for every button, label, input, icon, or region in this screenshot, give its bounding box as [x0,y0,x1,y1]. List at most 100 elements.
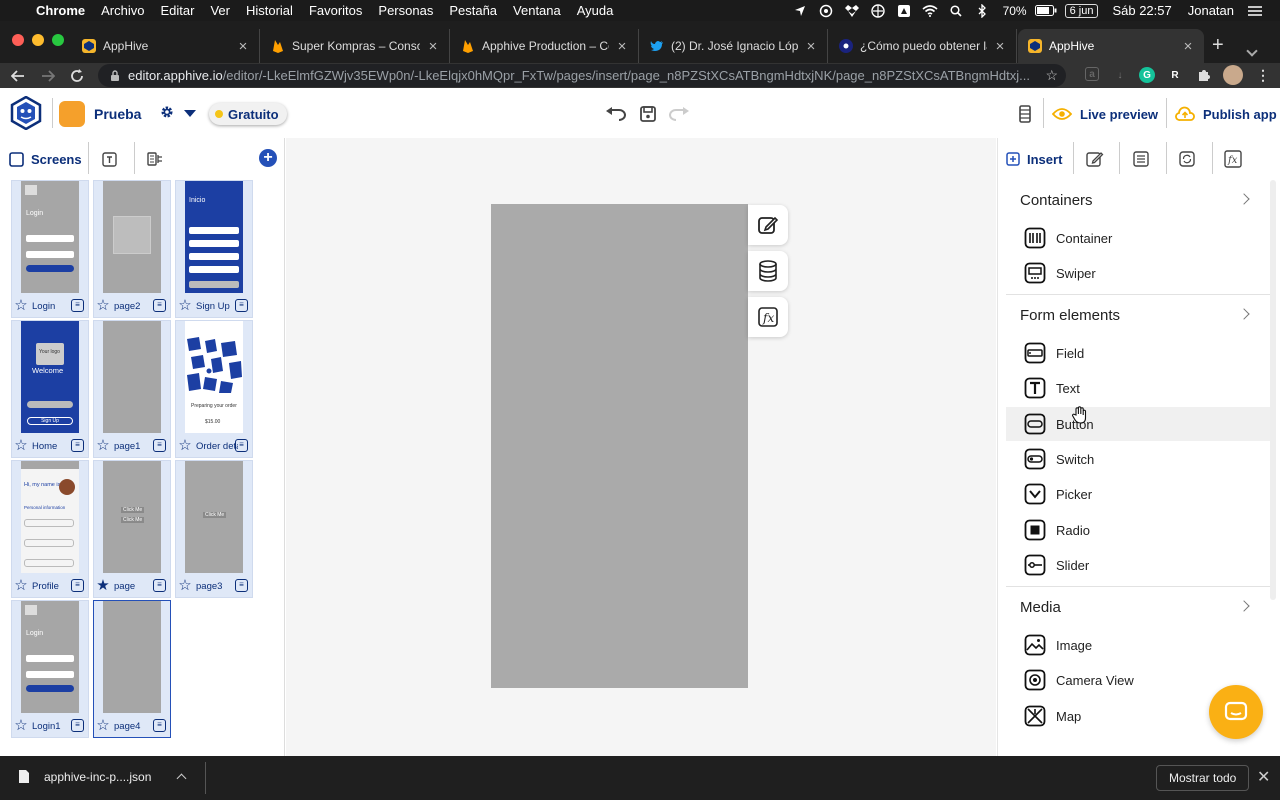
screen-menu-icon[interactable]: ≡ [71,719,84,732]
extensions-puzzle-icon[interactable] [1196,67,1212,83]
insert-container[interactable]: Container [1006,221,1270,255]
screen-menu-icon[interactable]: ≡ [235,439,248,452]
section-form-elements[interactable]: Form elements [1006,295,1270,335]
browser-tab[interactable]: (2) Dr. José Ignacio López × [640,29,828,63]
chevron-up-icon[interactable] [176,773,187,784]
live-preview-button[interactable]: Live preview [1052,102,1158,126]
save-button[interactable] [637,103,659,125]
favorite-star-icon[interactable]: ☆ [177,438,193,454]
insert-switch[interactable]: Switch [1006,442,1270,476]
menu-historial[interactable]: Historial [238,3,301,18]
screen-menu-icon[interactable]: ≡ [153,439,166,452]
vpn-icon[interactable] [867,0,889,21]
database-button[interactable] [748,251,788,291]
section-containers[interactable]: Containers [1006,180,1270,220]
screen-card[interactable]: Login ☆ Login ≡ [11,180,89,318]
screen-menu-icon[interactable]: ≡ [153,579,166,592]
screen-card-selected[interactable]: ☆ page4 ≡ [93,600,171,738]
screen-menu-icon[interactable]: ≡ [153,299,166,312]
undo-button[interactable] [605,103,627,125]
insert-image[interactable]: Image [1006,628,1270,662]
favorite-star-filled-icon[interactable]: ★ [95,578,111,594]
favorite-star-icon[interactable]: ☆ [13,578,29,594]
screen-card[interactable]: Inicio ☆ Sign Up ≡ [175,180,253,318]
favorite-star-icon[interactable]: ☆ [95,298,111,314]
apphive-logo[interactable] [10,96,42,130]
screen-menu-icon[interactable]: ≡ [235,299,248,312]
grammarly-icon[interactable]: G [1139,67,1155,83]
show-all-button[interactable]: Mostrar todo [1156,765,1250,791]
favorite-star-icon[interactable]: ☆ [13,438,29,454]
phone-screen-preview[interactable] [491,204,748,688]
location-icon[interactable] [789,0,811,21]
edit-screen-button[interactable] [748,205,788,245]
close-downloads-icon[interactable]: ✕ [1257,767,1270,787]
browser-menu-icon[interactable]: ⋮ [1255,67,1271,83]
chevron-down-icon[interactable] [184,110,196,117]
redo-button[interactable] [668,103,690,125]
favorite-star-icon[interactable]: ☆ [177,578,193,594]
download-icon[interactable]: ↓ [1112,67,1128,83]
browser-tab[interactable]: AppHive × [72,29,260,63]
favorite-star-icon[interactable]: ☆ [177,298,193,314]
screen-card[interactable]: Login ☆ Login1 ≡ [11,600,89,738]
download-item[interactable]: apphive-inc-p....json [18,769,151,784]
extension-r-icon[interactable]: R [1167,67,1183,83]
menu-favoritos[interactable]: Favoritos [301,3,370,18]
insert-radio[interactable]: Radio [1006,513,1270,547]
browser-tab[interactable]: Super Kompras – Consola × [261,29,450,63]
screen-menu-icon[interactable]: ≡ [153,719,166,732]
tab-screens[interactable]: Screens [9,146,82,172]
browser-tab[interactable]: ¿Cómo puedo obtener la f × [829,29,1017,63]
insert-button[interactable]: Button [1006,407,1270,441]
new-tab-button[interactable]: + [1212,35,1224,55]
insert-field[interactable]: Field [1006,336,1270,370]
clock[interactable]: Sáb 22:57 [1106,3,1177,18]
lock-icon[interactable] [110,69,120,82]
extension-icon[interactable]: a [1085,67,1099,81]
battery-icon[interactable] [1034,0,1057,21]
browser-tab-active[interactable]: AppHive × [1018,29,1204,63]
address-bar[interactable]: editor.apphive.io/editor/-LkeElmfGZWjv35… [98,64,1066,87]
maximize-window-button[interactable] [52,34,64,46]
forward-button[interactable] [36,63,60,88]
screen-card[interactable]: Your logo Welcome Sign Up ☆ Home ≡ [11,320,89,458]
functions-button[interactable]: fx [748,297,788,337]
section-media[interactable]: Media [1006,587,1270,627]
wifi-icon[interactable] [919,0,941,21]
close-tab-icon[interactable]: × [994,38,1006,55]
add-screen-button[interactable]: + [259,149,277,167]
app-icon[interactable] [59,101,85,127]
close-tab-icon[interactable]: × [616,38,628,55]
chat-support-button[interactable] [1209,685,1263,739]
screen-card[interactable]: Hi, my name is Personal information ☆ Pr… [11,460,89,598]
chevron-right-icon[interactable] [1238,308,1250,320]
user-name[interactable]: Jonatan [1182,3,1240,18]
close-tab-icon[interactable]: × [427,38,439,55]
menu-archivo[interactable]: Archivo [93,3,152,18]
favorite-star-icon[interactable]: ☆ [13,718,29,734]
menu-ver[interactable]: Ver [202,3,238,18]
favorite-star-icon[interactable]: ☆ [13,298,29,314]
tab-search-chevron-icon[interactable] [1246,45,1258,57]
panel-scrollbar[interactable] [1270,180,1276,600]
project-name[interactable]: Prueba [94,106,141,122]
spotlight-search-icon[interactable] [945,0,967,21]
screen-menu-icon[interactable]: ≡ [71,579,84,592]
menu-personas[interactable]: Personas [370,3,441,18]
menu-editar[interactable]: Editar [152,3,202,18]
close-window-button[interactable] [12,34,24,46]
favorite-star-icon[interactable]: ☆ [95,438,111,454]
close-tab-icon[interactable]: × [1182,38,1194,55]
tab-sync[interactable] [1176,147,1198,171]
chevron-right-icon[interactable] [1238,193,1250,205]
tab-insert[interactable]: Insert [1006,147,1062,171]
device-icon[interactable] [1014,103,1036,125]
minimize-window-button[interactable] [32,34,44,46]
screen-menu-icon[interactable]: ≡ [235,579,248,592]
screen-card[interactable]: ☆ page1 ≡ [93,320,171,458]
plan-badge[interactable]: Gratuito [209,103,287,125]
drive-icon[interactable] [893,0,915,21]
date-indicator[interactable]: 6 jun [1064,3,1099,18]
tab-database[interactable] [147,146,163,172]
